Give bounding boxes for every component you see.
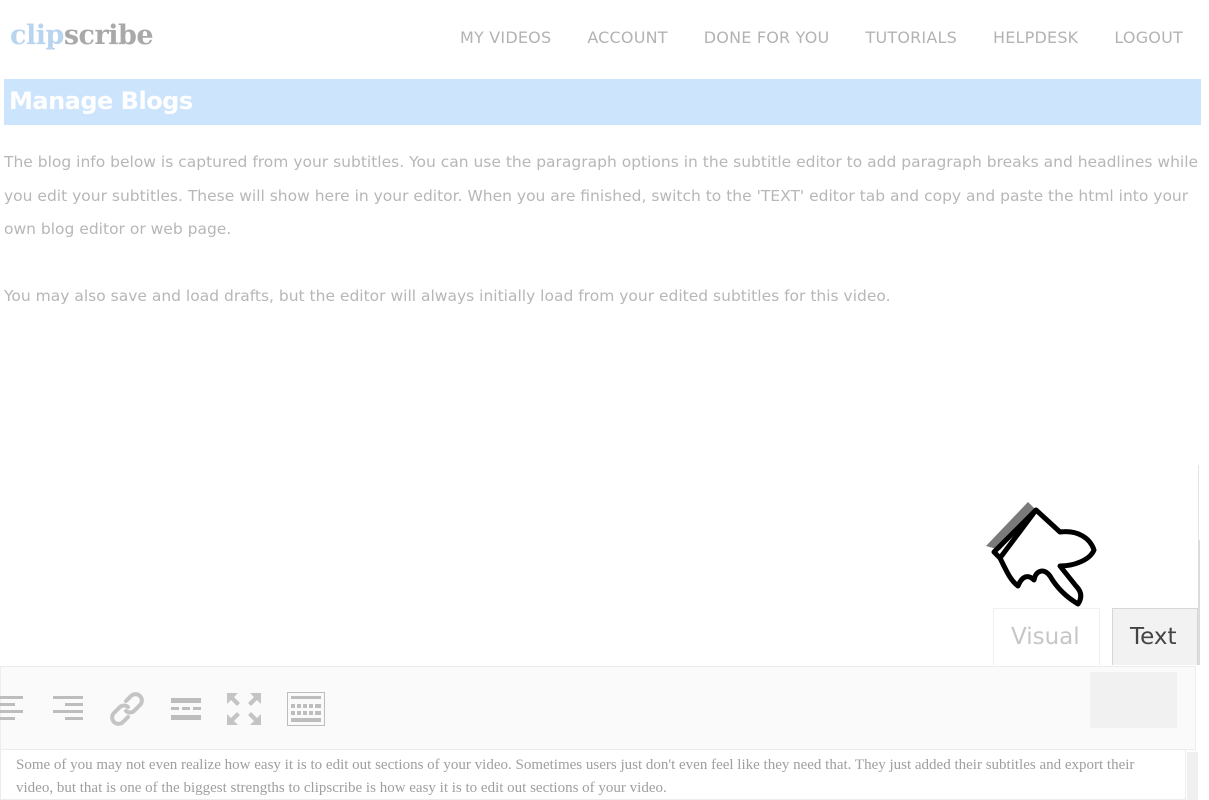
align-right-icon[interactable] xyxy=(53,693,83,725)
logo-part-scribe: scribe xyxy=(63,20,154,51)
page-title: Manage Blogs xyxy=(9,87,193,115)
editor-content-area[interactable]: Some of you may not even realize how eas… xyxy=(0,750,1186,800)
read-more-icon[interactable] xyxy=(171,693,201,725)
fullscreen-icon[interactable] xyxy=(227,693,261,725)
nav-done-for-you[interactable]: DONE FOR YOU xyxy=(704,28,830,47)
page-title-banner: Manage Blogs xyxy=(4,79,1201,125)
intro-paragraph-1: The blog info below is captured from you… xyxy=(4,153,1199,238)
intro-text: The blog info below is captured from you… xyxy=(4,146,1204,314)
editor-scrollbar[interactable] xyxy=(1187,752,1198,800)
nav-tutorials[interactable]: TUTORIALS xyxy=(865,28,957,47)
clipscribe-logo[interactable]: clipscribe xyxy=(10,20,154,51)
editor-content-text: Some of you may not even realize how eas… xyxy=(16,757,1135,796)
nav-logout[interactable]: LOGOUT xyxy=(1114,28,1183,47)
editor-toolbar xyxy=(0,666,1196,750)
editor-tabs: Visual Text xyxy=(993,608,1198,665)
main-nav: MY VIDEOS ACCOUNT DONE FOR YOU TUTORIALS… xyxy=(460,28,1183,47)
divider xyxy=(1198,540,1200,665)
tab-visual[interactable]: Visual xyxy=(993,608,1100,665)
align-center-icon[interactable] xyxy=(0,693,27,725)
toolbar-dropdown[interactable] xyxy=(1090,672,1177,728)
logo-part-clip: clip xyxy=(10,20,64,51)
pointing-hand-cursor-icon xyxy=(986,502,1097,607)
intro-paragraph-2: You may also save and load drafts, but t… xyxy=(4,287,891,305)
toolbar-toggle-icon[interactable] xyxy=(287,692,325,726)
nav-my-videos[interactable]: MY VIDEOS xyxy=(460,28,551,47)
nav-account[interactable]: ACCOUNT xyxy=(587,28,667,47)
tab-text[interactable]: Text xyxy=(1112,608,1198,665)
link-icon[interactable] xyxy=(109,691,145,727)
nav-helpdesk[interactable]: HELPDESK xyxy=(993,28,1078,47)
